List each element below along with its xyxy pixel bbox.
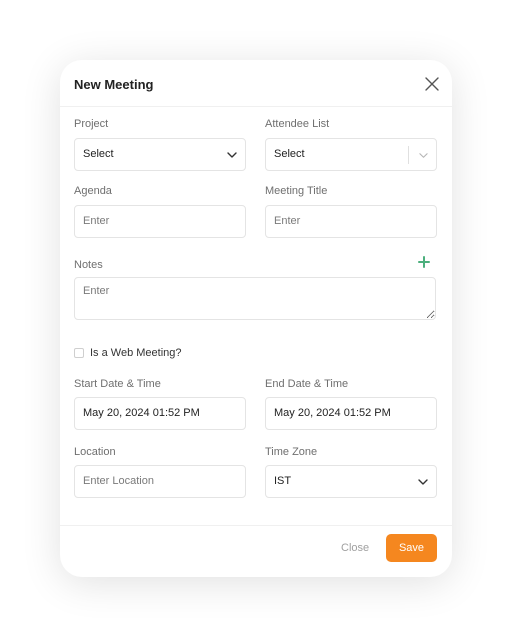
modal-title: New Meeting <box>74 77 154 92</box>
new-meeting-modal: New Meeting Project Select Attendee List… <box>60 60 452 577</box>
meeting-title-input[interactable]: Enter <box>265 205 437 238</box>
save-button[interactable]: Save <box>386 534 437 562</box>
notes-textarea[interactable] <box>74 277 436 320</box>
project-select[interactable]: Select <box>74 138 246 171</box>
attendee-list-select[interactable]: Select <box>265 138 437 171</box>
location-label: Location <box>74 446 116 458</box>
chevron-down-icon <box>419 153 428 158</box>
project-label: Project <box>74 118 109 130</box>
meeting-title-label: Meeting Title <box>265 185 328 197</box>
chevron-down-icon <box>227 152 237 158</box>
close-button[interactable]: Close <box>341 542 369 554</box>
plus-icon[interactable] <box>418 256 430 268</box>
attendee-list-label: Attendee List <box>265 118 330 130</box>
web-meeting-checkbox[interactable] <box>74 348 84 358</box>
attendee-list-select-value: Select <box>274 148 305 160</box>
notes-label: Notes <box>74 259 103 271</box>
time-zone-select-value: IST <box>274 475 292 487</box>
modal-footer: Close Save <box>60 525 452 577</box>
select-separator <box>408 146 409 164</box>
project-select-value: Select <box>83 148 114 160</box>
time-zone-label: Time Zone <box>265 446 318 458</box>
location-input[interactable]: Enter Location <box>74 465 246 498</box>
agenda-input[interactable]: Enter <box>74 205 246 238</box>
chevron-down-icon <box>418 479 428 485</box>
web-meeting-label: Is a Web Meeting? <box>90 347 182 359</box>
agenda-label: Agenda <box>74 185 112 197</box>
close-icon[interactable] <box>424 76 440 92</box>
end-datetime-input[interactable]: May 20, 2024 01:52 PM <box>265 397 437 430</box>
start-datetime-label: Start Date & Time <box>74 378 161 390</box>
start-datetime-input[interactable]: May 20, 2024 01:52 PM <box>74 397 246 430</box>
modal-header: New Meeting <box>60 60 452 107</box>
end-datetime-label: End Date & Time <box>265 378 349 390</box>
time-zone-select[interactable]: IST <box>265 465 437 498</box>
